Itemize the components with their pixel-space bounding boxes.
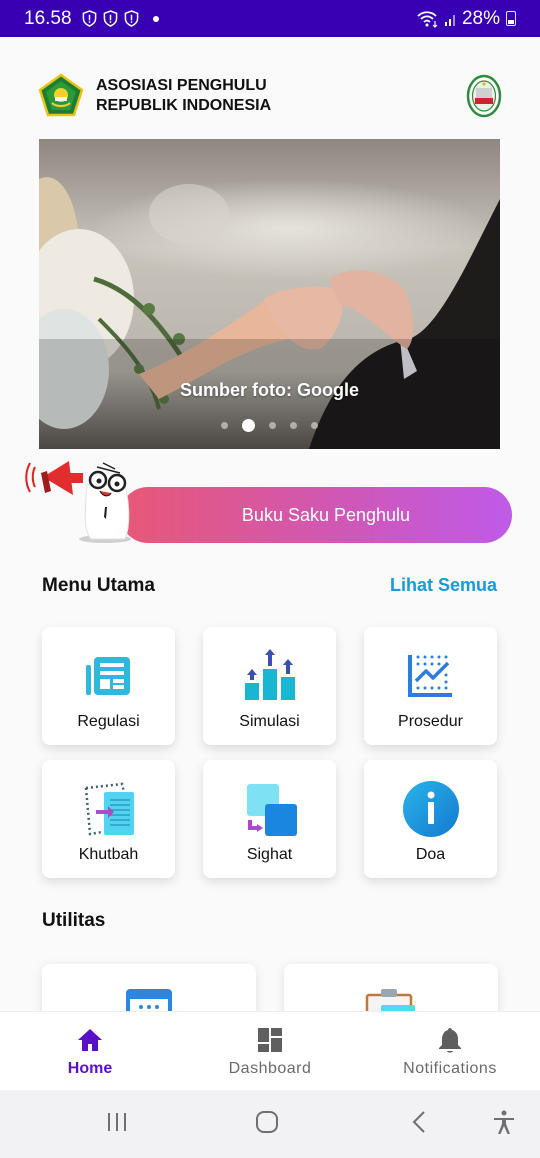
battery-percentage: 28% — [461, 7, 500, 29]
menu-item-sighat[interactable]: Sighat — [203, 760, 336, 878]
document-transfer-icon — [84, 782, 134, 836]
menu-item-regulasi[interactable]: Regulasi — [42, 627, 175, 745]
kemenag-logo — [38, 73, 84, 117]
app-header: ASOSIASI PENGHULU REPUBLIK INDONESIA — [38, 70, 502, 122]
menu-item-label: Regulasi — [77, 713, 140, 730]
home-circle-icon — [256, 1111, 278, 1133]
newspaper-icon — [85, 657, 130, 695]
nav-notifications[interactable]: Notifications — [360, 1012, 540, 1090]
status-bar: 16.58 28% — [0, 0, 540, 37]
recent-apps-icon — [108, 1113, 126, 1131]
menu-item-simulasi[interactable]: Simulasi — [203, 627, 336, 745]
bar-chart-growth-icon — [244, 649, 295, 700]
menu-item-label: Khutbah — [78, 846, 139, 863]
menu-utama-title: Menu Utama — [42, 575, 155, 596]
accessibility-icon — [494, 1110, 514, 1134]
system-navigation-bar — [0, 1090, 540, 1158]
app-title: ASOSIASI PENGHULU REPUBLIK INDONESIA — [96, 76, 271, 116]
shield-alert-icon — [82, 10, 96, 27]
wedding-ring-photo — [39, 139, 500, 449]
buku-saku-label: Buku Saku Penghulu — [241, 504, 411, 525]
info-icon — [402, 781, 459, 837]
buku-saku-button[interactable]: Buku Saku Penghulu — [120, 487, 512, 543]
status-time: 16.58 — [24, 7, 72, 29]
bell-icon — [439, 1028, 461, 1053]
main-menu-grid: Regulasi Simulasi Prosedur Khutbah Sigha… — [42, 627, 498, 878]
menu-item-label: Sighat — [246, 846, 293, 863]
copy-squares-icon — [246, 784, 297, 836]
signal-icon — [444, 14, 455, 26]
nav-dashboard-label: Dashboard — [228, 1060, 312, 1077]
menu-item-label: Doa — [415, 846, 446, 863]
carousel-dot[interactable] — [311, 422, 318, 429]
line-chart-icon — [407, 655, 452, 697]
app-title-line2: REPUBLIK INDONESIA — [96, 97, 272, 114]
nav-home[interactable]: Home — [0, 1012, 180, 1090]
recent-apps-button[interactable] — [105, 1110, 129, 1139]
dashboard-icon — [258, 1028, 282, 1052]
carousel-dot-active[interactable] — [242, 419, 255, 432]
utilitas-title: Utilitas — [42, 910, 106, 931]
megaphone-mascot-icon — [25, 461, 131, 543]
nav-dashboard[interactable]: Dashboard — [180, 1012, 360, 1090]
menu-item-prosedur[interactable]: Prosedur — [364, 627, 497, 745]
banner-caption: Sumber foto: Google — [180, 380, 359, 400]
menu-item-khutbah[interactable]: Khutbah — [42, 760, 175, 878]
back-button[interactable] — [408, 1110, 432, 1139]
carousel-dot[interactable] — [290, 422, 297, 429]
dot-icon — [152, 15, 159, 22]
back-icon — [412, 1111, 425, 1133]
menu-item-label: Simulasi — [239, 713, 300, 730]
home-icon — [78, 1029, 102, 1051]
see-all-link[interactable]: Lihat Semua — [390, 575, 497, 596]
carousel-dot[interactable] — [221, 422, 228, 429]
battery-icon — [506, 11, 516, 26]
buku-saku-banner: Buku Saku Penghulu — [25, 455, 515, 550]
menu-item-label: Prosedur — [398, 713, 463, 730]
nav-notifications-label: Notifications — [403, 1060, 497, 1077]
nav-home-label: Home — [67, 1060, 113, 1077]
accessibility-button[interactable] — [492, 1110, 516, 1141]
menu-item-doa[interactable]: Doa — [364, 760, 497, 878]
shield-alert-icon — [124, 10, 138, 27]
wifi-icon — [417, 10, 438, 28]
shield-alert-icon — [103, 10, 117, 27]
carousel-dot[interactable] — [269, 422, 276, 429]
home-button[interactable] — [255, 1110, 279, 1139]
carousel-indicator — [39, 419, 500, 432]
app-title-line1: ASOSIASI PENGHULU — [96, 77, 267, 94]
photo-carousel[interactable]: Sumber foto: Google — [39, 139, 500, 449]
apri-logo — [466, 74, 502, 118]
bottom-navigation: Home Dashboard Notifications — [0, 1011, 540, 1090]
